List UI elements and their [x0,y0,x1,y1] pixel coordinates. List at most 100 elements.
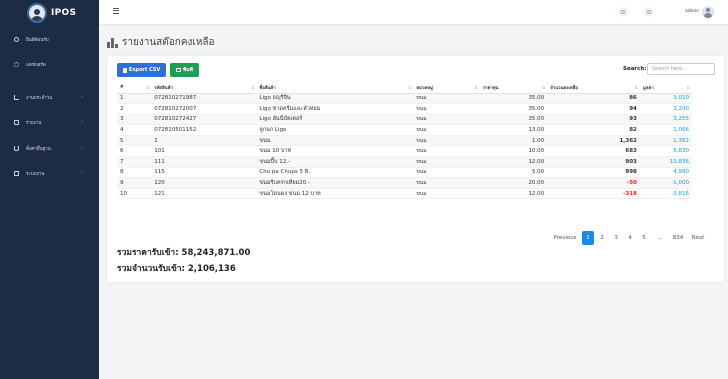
column-header[interactable]: รหัสสินค้า ⇅ [151,82,257,94]
table-cell: 111 [151,156,257,168]
table-row[interactable]: 10 121 ขนมโดนดง ขนม 12 บาท ขนม 12.00 -318 -3,8… [117,188,692,200]
table-cell: -50 [547,177,640,189]
column-header[interactable]: หมวดหมู่ ⇅ [413,82,480,94]
table-cell: -318 [547,188,640,200]
table-cell: 072810272007 [151,103,257,115]
previous-page-button[interactable]: Previous [550,231,580,245]
table-cell: 683 [547,145,640,158]
table-row[interactable]: 3 072810272427 Ligo ฮันนี่บัตเตอร์ ขนม 35.00… [117,114,692,126]
sidebar-item-dashboard[interactable]: แดชบอร์ด [14,61,46,68]
table-cell: 13.00 [479,124,548,136]
chevron-right-icon[interactable]: › [81,94,83,100]
column-header[interactable]: มูลค่า ⇅ [639,82,692,94]
column-header[interactable]: ราคาทุน ⇅ [479,82,548,94]
table-row[interactable]: 1 072810271987 Ligo ธญุรีจีน ขนม 35.00 86 3,01… [117,93,692,105]
table-row[interactable]: 7 111 ขนมปี๊บ 12.- ขนม 12.00 903 10,836 [117,156,692,168]
table-cell: 8 [117,167,152,179]
table-header-row: # ⇅ รหัสสินค้า ⇅ ชื่อสินค้า ⇅ หมวดหมู่ ⇅ ราค… [117,82,692,94]
print-button[interactable]: พิมพ์ [170,63,199,77]
document-icon [14,120,19,125]
column-header[interactable]: # ⇅ [117,82,152,94]
avatar[interactable] [702,6,714,18]
brand[interactable]: IPOS [0,0,99,25]
table-cell: 7 [117,156,152,168]
sidebar-item-label: รายงาน [26,121,42,126]
table-cell: ขนม [413,167,480,179]
page-button[interactable]: 2 [596,231,608,245]
file-icon [122,67,127,73]
sort-icon: ⇅ [408,85,412,90]
page-button[interactable]: 4 [624,231,636,245]
table-cell: 20.00 [479,177,548,189]
table-cell: 1,362 [639,135,692,147]
table-cell: ขนม 10 บาท [256,145,414,158]
table-cell: ขนม [413,156,480,168]
table-cell: 12.00 [479,156,548,168]
sidebar-item-daily-work[interactable]: งานประจำวัน [14,94,52,101]
chevron-right-icon[interactable]: › [81,170,83,176]
table-cell: 5.00 [479,167,548,179]
table-cell: 10.00 [479,145,548,158]
stock-table: # ⇅ รหัสสินค้า ⇅ ชื่อสินค้า ⇅ หมวดหมู่ ⇅ ราค… [117,82,692,200]
table-cell: 2 [117,103,152,115]
sidebar-item-system[interactable]: ระบบงาน [14,170,44,177]
sidebar-item-label: แดชบอร์ด [26,63,46,68]
table-cell: 9 [117,177,152,189]
hamburger-menu-icon[interactable] [113,8,119,14]
table-cell: ขนม [413,145,480,158]
quantity-total: รวมจำนวนรับเข้า: 2,106,136 [117,264,236,274]
table-cell: 35.00 [479,103,548,115]
table-cell: 3,010 [639,93,692,105]
next-page-button[interactable]: Next [688,231,708,245]
user-name[interactable]: admin [685,9,699,14]
sidebar-item-settings[interactable]: ตั้งค่าพื้นฐาน [14,145,51,152]
page-button[interactable]: ... [652,231,668,245]
table-cell: 6,830 [639,145,692,158]
table-row[interactable]: 2 072810272007 Ligo ซาดครีมและหัวหอม ขนม 35.… [117,103,692,115]
sidebar-item-welcome[interactable]: ยินดีต้อนรับ [14,36,49,43]
app-name: IPOS [51,7,77,18]
chevron-right-icon[interactable]: › [81,119,83,125]
table-cell: 4,990 [639,167,692,179]
table-row[interactable]: 6 101 ขนม 10 บาท ขนม 10.00 683 6,830 [117,145,692,158]
table-cell: Ligo ธญุรีจีน [256,93,414,105]
page-button[interactable]: 5 [638,231,650,245]
table-cell: 35.00 [479,114,548,126]
page-button[interactable]: 3 [610,231,622,245]
table-cell: ขนม [413,177,480,189]
table-cell: ขนมปี๊บ 12.- [256,156,414,168]
page-button[interactable]: 1 [582,231,594,245]
palette-icon[interactable] [618,7,628,17]
boxes-icon [107,37,118,48]
sort-icon: ⇅ [541,85,546,90]
table-cell: 93 [547,114,640,126]
table-cell: 6 [117,145,152,158]
table-cell: 35.00 [479,93,548,105]
logo-icon [27,2,47,23]
sidebar: IPOS ยินดีต้อนรับ แดชบอร์ด งานประจำวัน ›… [0,0,99,379]
search-input[interactable] [647,63,715,75]
gear-icon [14,62,19,67]
table-row[interactable]: 4 072810501152 ลูกนก Ligo ขนม 13.00 82 1,066 [117,124,692,136]
table-row[interactable]: 5 1 ขนม ขนม 1.00 1,362 1,362 [117,135,692,147]
table-cell: 903 [547,156,640,168]
table-cell: Ligo ซาดครีมและหัวหอม [256,103,414,115]
chevron-right-icon[interactable]: › [81,145,83,151]
table-row[interactable]: 8 115 Chu pa Chups 5 B. ขนม 5.00 998 4,990 [117,167,692,179]
table-cell: 3,255 [639,114,692,126]
sidebar-item-reports[interactable]: รายงาน [14,119,41,126]
column-header[interactable]: จำนวนคงเหลือ ⇅ [547,82,640,94]
table-cell: 101 [151,145,257,158]
print-label: พิมพ์ [183,67,193,73]
table-cell: 10 [117,188,152,200]
export-csv-button[interactable]: Export CSV [117,63,166,77]
table-cell: ขนม [413,93,480,105]
column-header[interactable]: ชื่อสินค้า ⇅ [256,82,414,94]
table-cell: 94 [547,103,640,115]
settings-icon[interactable] [644,7,654,17]
table-cell: 120 [151,177,257,189]
table-cell: 1 [117,93,152,105]
table-cell: 1,362 [547,135,640,147]
table-row[interactable]: 9 120 ขนมรีบครกเทียม20.- ขนม 20.00 -50 -1,000 [117,177,692,189]
page-button[interactable]: 834 [670,231,686,245]
